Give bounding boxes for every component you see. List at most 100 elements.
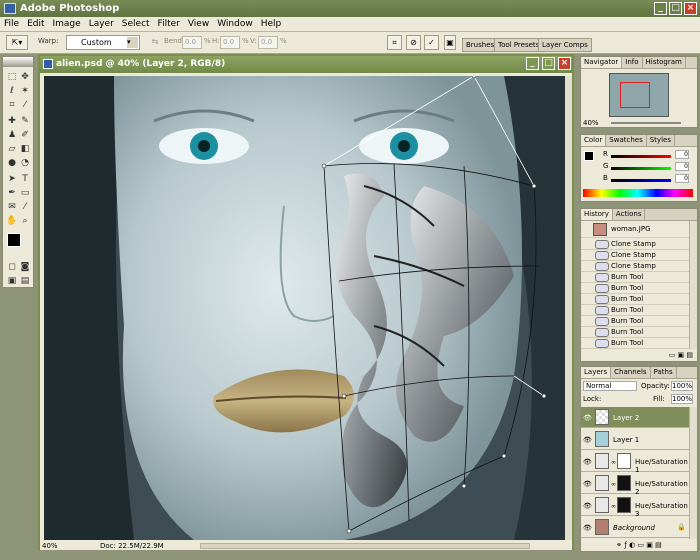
tab-histogram[interactable]: Histogram <box>643 57 686 68</box>
tab-paths[interactable]: Paths <box>651 367 677 378</box>
history-item[interactable]: Burn Tool <box>581 305 691 316</box>
history-scrollbar[interactable] <box>689 221 697 349</box>
crop-tool-icon[interactable]: ⌗ <box>6 99 18 111</box>
tab-channels[interactable]: Channels <box>611 367 651 378</box>
eyedropper-tool-icon[interactable]: ⁄ <box>19 201 31 213</box>
history-item[interactable]: Burn Tool <box>581 272 691 283</box>
history-brush-icon[interactable]: ✐ <box>19 129 31 141</box>
clone-stamp-icon[interactable]: ♟ <box>6 129 18 141</box>
doc-vertical-scrollbar[interactable] <box>565 76 572 540</box>
tab-brushes[interactable]: Brushes <box>462 38 499 52</box>
eye-icon[interactable]: 👁 <box>583 480 592 488</box>
navigator-thumbnail[interactable] <box>609 73 669 117</box>
slice-tool-icon[interactable]: ⁄ <box>19 99 31 111</box>
menu-filter[interactable]: Filter <box>154 17 184 32</box>
menu-window[interactable]: Window <box>213 17 257 32</box>
eye-icon[interactable]: 👁 <box>583 524 592 532</box>
layer-row[interactable]: 👁 Layer 1 <box>581 429 691 450</box>
layer-row[interactable]: 👁 Layer 2 <box>581 407 691 428</box>
navigator-zoom-value[interactable]: 40% <box>583 119 599 127</box>
dodge-tool-icon[interactable]: ◔ <box>19 157 31 169</box>
notes-tool-icon[interactable]: ✉ <box>6 201 18 213</box>
history-item[interactable]: Clone Stamp <box>581 239 691 250</box>
menu-select[interactable]: Select <box>118 17 154 32</box>
hand-tool-icon[interactable]: ✋ <box>6 215 18 227</box>
zoom-level[interactable]: 40% <box>42 542 58 550</box>
b-value[interactable]: 0 <box>675 174 689 183</box>
cancel-transform-icon[interactable]: ⊘ <box>406 35 421 50</box>
tab-actions[interactable]: Actions <box>613 209 646 220</box>
shape-tool-icon[interactable]: ▭ <box>19 187 31 199</box>
eye-icon[interactable]: 👁 <box>583 414 592 422</box>
doc-minimize-button[interactable]: _ <box>526 57 539 70</box>
path-selection-icon[interactable]: ➤ <box>6 173 18 185</box>
r-slider[interactable] <box>611 155 671 158</box>
g-slider[interactable] <box>611 167 671 170</box>
history-item[interactable]: Burn Tool <box>581 316 691 327</box>
close-button[interactable]: × <box>684 2 697 15</box>
zoom-tool-icon[interactable]: ⌕ <box>19 215 31 227</box>
commit-transform-icon[interactable]: ✓ <box>424 35 439 50</box>
tab-color[interactable]: Color <box>581 135 607 146</box>
history-item[interactable]: Burn Tool <box>581 283 691 294</box>
eye-icon[interactable]: 👁 <box>583 502 592 510</box>
menu-layer[interactable]: Layer <box>85 17 118 32</box>
minimize-button[interactable]: _ <box>654 2 667 15</box>
healing-brush-icon[interactable]: ✚ <box>6 115 18 127</box>
menu-help[interactable]: Help <box>257 17 286 32</box>
tab-tool-presets[interactable]: Tool Presets <box>494 38 544 52</box>
g-value[interactable]: 0 <box>675 162 689 171</box>
menu-file[interactable]: File <box>0 17 23 32</box>
marquee-tool-icon[interactable]: ⬚ <box>6 71 18 83</box>
history-snapshot[interactable]: woman.JPG <box>581 221 691 238</box>
history-footer-buttons[interactable]: ▭ ▣ ▤ <box>581 351 697 361</box>
tab-info[interactable]: Info <box>622 57 643 68</box>
tab-navigator[interactable]: Navigator <box>581 57 623 68</box>
type-tool-icon[interactable]: T <box>19 173 31 185</box>
layer-row[interactable]: 👁 ∞ Hue/Saturation 2 <box>581 473 691 496</box>
menu-image[interactable]: Image <box>49 17 85 32</box>
menu-edit[interactable]: Edit <box>23 17 48 32</box>
navigator-zoom-slider[interactable] <box>611 122 681 124</box>
tab-swatches[interactable]: Swatches <box>606 135 647 146</box>
layers-footer-buttons[interactable]: ⚭ ƒ ◐ ▭ ▣ ▤ <box>581 541 697 551</box>
b-slider[interactable] <box>611 179 671 182</box>
brush-tool-icon[interactable]: ✎ <box>19 115 31 127</box>
image-canvas[interactable] <box>44 76 565 540</box>
tab-layer-comps[interactable]: Layer Comps <box>538 38 592 52</box>
r-value[interactable]: 0 <box>675 150 689 159</box>
full-screen-icon[interactable]: ▤ <box>19 275 31 287</box>
color-spectrum-ramp[interactable] <box>583 189 693 197</box>
color-fg-swatch[interactable] <box>584 151 594 161</box>
history-item[interactable]: Burn Tool <box>581 327 691 338</box>
doc-close-button[interactable]: × <box>558 57 571 70</box>
warp-style-select[interactable]: Custom ▾ <box>66 35 140 50</box>
menu-view[interactable]: View <box>184 17 213 32</box>
layer-row[interactable]: 👁 ∞ Hue/Saturation 3 <box>581 495 691 518</box>
quick-mask-icon[interactable]: ◙ <box>19 261 31 273</box>
history-item[interactable]: Burn Tool <box>581 294 691 305</box>
opacity-field[interactable]: 100% <box>671 381 693 391</box>
pen-tool-icon[interactable]: ✒ <box>6 187 18 199</box>
layer-row[interactable]: 👁 ∞ Hue/Saturation 1 <box>581 451 691 474</box>
blur-tool-icon[interactable]: ● <box>6 157 18 169</box>
tab-styles[interactable]: Styles <box>647 135 675 146</box>
doc-maximize-button[interactable]: □ <box>542 57 555 70</box>
h-distortion-field[interactable]: 0.0 <box>220 36 240 49</box>
layers-scrollbar[interactable] <box>689 407 697 539</box>
document-title-bar[interactable]: alien.psd @ 40% (Layer 2, RGB/8) _ □ × <box>40 56 572 73</box>
navigator-view-box[interactable] <box>620 82 650 108</box>
go-to-bridge-icon[interactable]: ▣ <box>444 35 456 50</box>
standard-mode-icon[interactable]: ◻ <box>6 261 18 273</box>
lasso-tool-icon[interactable]: ℓ <box>6 85 18 97</box>
history-item[interactable]: Clone Stamp <box>581 261 691 272</box>
v-distortion-field[interactable]: 0.0 <box>258 36 278 49</box>
maximize-button[interactable]: □ <box>669 2 682 15</box>
tab-layers[interactable]: Layers <box>581 367 612 378</box>
foreground-color-swatch[interactable] <box>7 233 21 247</box>
history-item[interactable]: Burn Tool <box>581 338 691 349</box>
tool-preset-picker[interactable]: ⇱▾ <box>6 35 28 50</box>
doc-size-info[interactable]: Doc: 22.5M/22.9M <box>100 542 164 550</box>
blend-mode-select[interactable]: Normal <box>583 381 637 391</box>
move-tool-icon[interactable]: ✥ <box>19 71 31 83</box>
